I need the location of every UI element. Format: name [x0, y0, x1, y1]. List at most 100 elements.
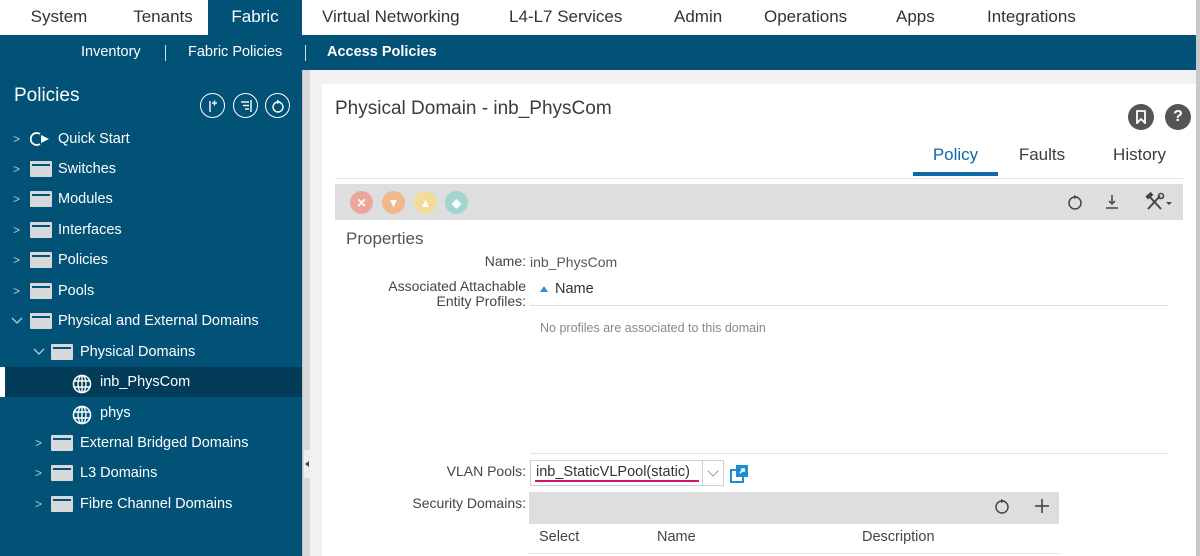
globe-icon [72, 374, 94, 394]
properties-heading: Properties [346, 229, 424, 248]
aep-table-bottom [530, 453, 1168, 454]
tab-virtual-networking[interactable]: Virtual Networking [322, 0, 460, 35]
help-icon: ? [1173, 108, 1183, 125]
tree-item-phys[interactable]: phys [0, 398, 302, 428]
chevron-right-icon[interactable]: > [13, 223, 23, 237]
folder-icon [51, 465, 73, 481]
chevron-down-icon[interactable] [11, 314, 23, 328]
tools-menu-button[interactable] [1143, 190, 1177, 214]
aep-label-line2: Entity Profiles: [436, 293, 526, 309]
tab-operations[interactable]: Operations [764, 0, 847, 35]
folder-icon [51, 496, 73, 512]
filter-icon [240, 99, 252, 112]
critical-fault-icon[interactable]: ✕ [350, 191, 373, 214]
collapse-sidebar-handle[interactable] [304, 450, 310, 478]
download-icon [1106, 195, 1118, 209]
tree-item-modules[interactable]: > Modules [0, 184, 302, 214]
folder-icon [30, 191, 52, 207]
refresh-button[interactable] [265, 93, 290, 118]
subnav-access-policies[interactable]: Access Policies [327, 35, 437, 70]
folder-icon [30, 283, 52, 299]
main-panel: Physical Domain - inb_PhysCom ? Policy F… [322, 84, 1196, 556]
chevron-right-icon[interactable]: > [13, 132, 23, 146]
tab-apps[interactable]: Apps [896, 0, 935, 35]
tree-item-physical-and-external-domains[interactable]: Physical and External Domains [0, 306, 302, 336]
chevron-down-icon[interactable] [33, 345, 45, 359]
folder-icon [30, 161, 52, 177]
description-column[interactable]: Description [862, 529, 935, 545]
chevron-right-icon[interactable]: > [35, 497, 45, 511]
tree-item-inb-physcom[interactable]: inb_PhysCom [0, 367, 302, 397]
refresh-button[interactable] [993, 496, 1011, 522]
select-column[interactable]: Select [539, 529, 579, 545]
add-icon [208, 100, 217, 112]
tree-label: Interfaces [58, 222, 122, 238]
subnav-fabric-policies[interactable]: Fabric Policies [188, 35, 282, 70]
sidebar-splitter[interactable] [302, 70, 310, 556]
vlan-pool-select[interactable]: inb_StaticVLPool(static) [530, 460, 702, 486]
tree-label: Physical Domains [80, 344, 196, 360]
tree-item-quick-start[interactable]: > Quick Start [0, 124, 302, 154]
refresh-button[interactable] [1064, 190, 1086, 214]
tree-item-external-bridged-domains[interactable]: > External Bridged Domains [0, 428, 302, 458]
tree-item-policies[interactable]: > Policies [0, 245, 302, 275]
minor-fault-icon[interactable]: ▲ [414, 191, 437, 214]
tab-l4-l7-services[interactable]: L4-L7 Services [509, 0, 622, 35]
name-column[interactable]: Name [657, 529, 696, 545]
sort-ascending-icon[interactable] [540, 286, 548, 292]
tree-item-l3-domains[interactable]: > L3 Domains [0, 458, 302, 488]
tree-label: L3 Domains [80, 465, 158, 481]
tree-label: inb_PhysCom [100, 374, 191, 390]
open-vlan-pool-button[interactable] [730, 464, 750, 484]
filter-button[interactable] [233, 93, 258, 118]
tab-integrations[interactable]: Integrations [987, 0, 1076, 35]
tab-divider [335, 178, 1183, 179]
aep-name-column[interactable]: Name [555, 281, 594, 297]
tab-admin[interactable]: Admin [674, 0, 722, 35]
folder-icon [30, 252, 52, 268]
tree-item-switches[interactable]: > Switches [0, 154, 302, 184]
refresh-icon [995, 499, 1009, 514]
tree-label: Modules [58, 191, 113, 207]
tab-faults[interactable]: Faults [1012, 144, 1072, 176]
tab-fabric[interactable]: Fabric [208, 0, 302, 35]
vlan-pool-value: inb_StaticVLPool(static) [536, 464, 690, 480]
add-security-domain-button[interactable] [1033, 496, 1051, 522]
download-button[interactable] [1101, 190, 1123, 214]
tree-label: Policies [58, 252, 108, 268]
subnav-inventory[interactable]: Inventory [81, 35, 141, 70]
chevron-right-icon[interactable]: > [13, 284, 23, 298]
tree-label: Pools [58, 283, 95, 299]
folder-icon [51, 435, 73, 451]
tab-tenants[interactable]: Tenants [118, 0, 208, 35]
folder-icon [30, 222, 52, 238]
name-value: inb_PhysCom [530, 254, 618, 270]
tab-history[interactable]: History [1107, 144, 1172, 176]
chevron-right-icon[interactable]: > [13, 162, 23, 176]
chevron-right-icon[interactable]: > [35, 466, 45, 480]
vlan-pool-dropdown[interactable] [702, 460, 724, 486]
tree-item-fibre-channel-domains[interactable]: > Fibre Channel Domains [0, 489, 302, 519]
aep-empty-message: No profiles are associated to this domai… [540, 321, 766, 335]
page-scrollbar[interactable] [1196, 0, 1200, 556]
fault-toolbar: ✕ ▼ ▲ ◆ [335, 184, 1183, 220]
refresh-icon [271, 99, 284, 113]
apic-app: System Tenants Fabric Virtual Networking… [0, 0, 1200, 556]
tree-item-physical-domains[interactable]: Physical Domains [0, 337, 302, 367]
aep-label-line1: Associated Attachable [388, 278, 526, 294]
tab-system[interactable]: System [0, 0, 118, 35]
add-button[interactable] [200, 93, 225, 118]
warning-fault-icon[interactable]: ◆ [445, 191, 468, 214]
tree-item-pools[interactable]: > Pools [0, 276, 302, 306]
tab-policy[interactable]: Policy [913, 144, 998, 176]
chevron-right-icon[interactable]: > [35, 436, 45, 450]
security-domains-toolbar [529, 492, 1059, 524]
major-fault-icon[interactable]: ▼ [382, 191, 405, 214]
chevron-right-icon[interactable]: > [13, 192, 23, 206]
page-title: Physical Domain - inb_PhysCom [335, 98, 612, 119]
tree-label: Switches [58, 161, 117, 177]
chevron-right-icon[interactable]: > [13, 253, 23, 267]
help-button[interactable]: ? [1165, 104, 1191, 130]
tree-item-interfaces[interactable]: > Interfaces [0, 215, 302, 245]
bookmark-button[interactable] [1128, 104, 1154, 130]
